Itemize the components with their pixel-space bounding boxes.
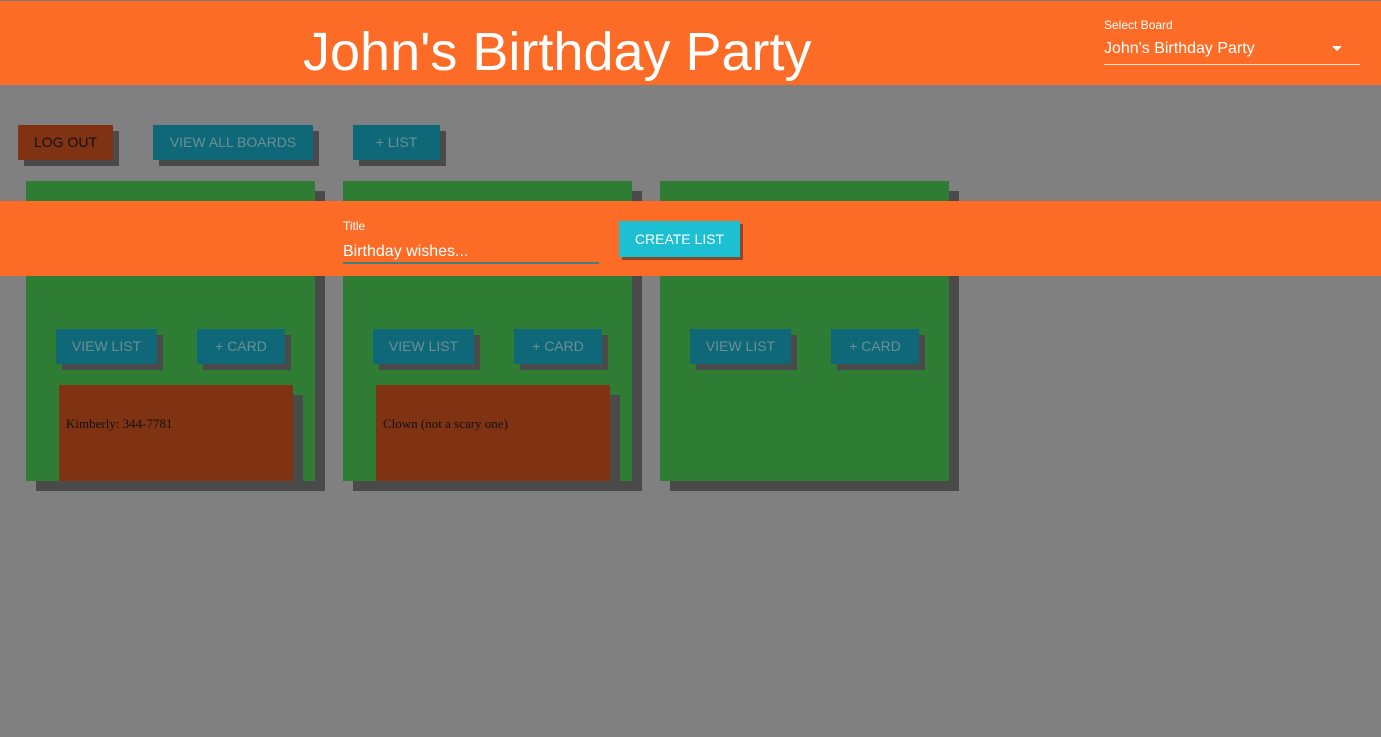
card-text: Clown (not a scary one) (383, 416, 508, 431)
page-title: John's Birthday Party (303, 22, 812, 82)
select-underline (1104, 64, 1360, 65)
logout-button[interactable]: LOG OUT (18, 125, 113, 160)
add-card-button[interactable]: + CARD (197, 329, 285, 364)
create-list-button[interactable]: CREATE LIST (619, 221, 740, 257)
board-select-value: John's Birthday Party (1104, 40, 1255, 57)
add-card-button[interactable]: + CARD (514, 329, 602, 364)
view-list-button[interactable]: VIEW LIST (373, 329, 474, 364)
list-card[interactable]: Kimberly: 344-7781 (59, 385, 293, 481)
card-text: Kimberly: 344-7781 (66, 416, 173, 431)
create-list-bar: Title CREATE LIST (0, 201, 1381, 276)
app-header: John's Birthday Party Select Board John'… (0, 0, 1381, 85)
add-list-button[interactable]: + LIST (353, 125, 440, 160)
list-card[interactable]: Clown (not a scary one) (376, 385, 610, 481)
board-select[interactable]: Select Board John's Birthday Party (1104, 18, 1360, 65)
view-list-button[interactable]: VIEW LIST (56, 329, 157, 364)
view-all-boards-button[interactable]: VIEW ALL BOARDS (153, 125, 313, 160)
add-card-button[interactable]: + CARD (831, 329, 919, 364)
view-list-button[interactable]: VIEW LIST (690, 329, 791, 364)
caret-down-icon (1332, 46, 1342, 51)
title-input-underline (343, 262, 599, 264)
board-select-label: Select Board (1104, 18, 1173, 32)
title-field-label: Title (343, 219, 366, 233)
